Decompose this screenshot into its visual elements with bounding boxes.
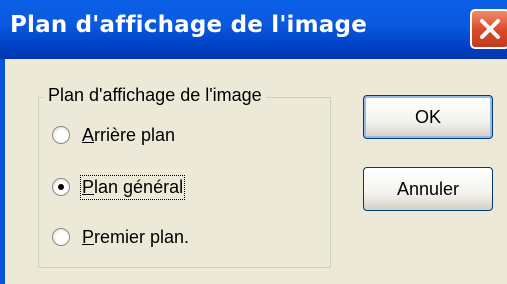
- title-bar[interactable]: Plan d'affichage de l'image: [0, 0, 507, 59]
- radio-arriere-plan[interactable]: Arrière plan: [52, 122, 175, 148]
- radio-button[interactable]: [52, 126, 70, 144]
- radio-button[interactable]: [52, 228, 70, 246]
- radio-selected-dot: [58, 184, 64, 190]
- radio-label-arriere-plan[interactable]: Arrière plan: [82, 125, 175, 146]
- close-button[interactable]: [470, 9, 507, 49]
- radio-plan-general[interactable]: Plan général: [52, 174, 186, 200]
- radio-label-premier-plan[interactable]: Premier plan.: [82, 227, 189, 248]
- cancel-button[interactable]: Annuler: [363, 167, 493, 211]
- radio-label-plan-general[interactable]: Plan général: [79, 174, 186, 200]
- group-title: Plan d'affichage de l'image: [44, 85, 266, 106]
- ok-button[interactable]: OK: [363, 95, 493, 139]
- radio-premier-plan[interactable]: Premier plan.: [52, 224, 189, 250]
- radio-button-selected[interactable]: [52, 178, 70, 196]
- window-frame-left: [0, 59, 5, 284]
- close-icon: [480, 19, 500, 39]
- window-title: Plan d'affichage de l'image: [10, 12, 367, 38]
